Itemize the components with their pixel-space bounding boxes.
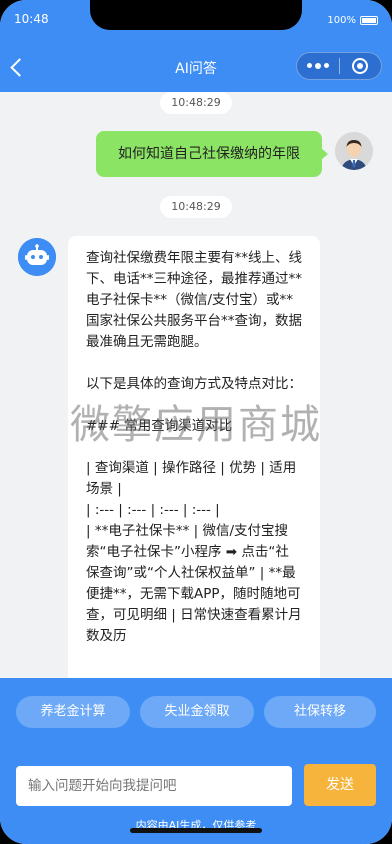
bottom-panel: 养老金计算 失业金领取 社保转移 发送 内容由AI生成，仅供参考	[0, 678, 392, 844]
phone-screen: 10:48 100% AI问答 10:48:29 如何知道自己社保缴纳的年限 1	[0, 0, 392, 844]
more-icon[interactable]	[297, 63, 339, 69]
battery-percent: 100%	[327, 15, 356, 26]
user-message-bubble: 如何知道自己社保缴纳的年限	[96, 131, 328, 177]
user-avatar	[335, 132, 373, 170]
chat-area[interactable]: 10:48:29 如何知道自己社保缴纳的年限 10:48:29 查询社保缴费年限…	[0, 92, 392, 678]
home-indicator	[130, 828, 262, 833]
battery-icon	[360, 16, 378, 25]
timestamp: 10:48:29	[160, 196, 232, 218]
notch	[90, 0, 302, 30]
bot-message-bubble: 查询社保缴费年限主要有**线上、线下、电话**三种途径，最推荐通过**电子社保卡…	[68, 236, 320, 678]
quick-action-unemployment[interactable]: 失业金领取	[140, 696, 254, 728]
close-circle-icon[interactable]	[339, 58, 381, 74]
question-input[interactable]	[16, 766, 292, 806]
bot-avatar	[18, 238, 56, 276]
status-battery: 100%	[327, 15, 378, 26]
quick-action-transfer[interactable]: 社保转移	[264, 696, 376, 728]
send-button[interactable]: 发送	[304, 764, 376, 806]
status-time: 10:48	[14, 12, 49, 26]
mini-program-capsule	[296, 52, 382, 80]
top-bar: 10:48 100% AI问答	[0, 0, 392, 92]
quick-action-pension-calc[interactable]: 养老金计算	[16, 696, 130, 728]
timestamp: 10:48:29	[160, 92, 232, 114]
